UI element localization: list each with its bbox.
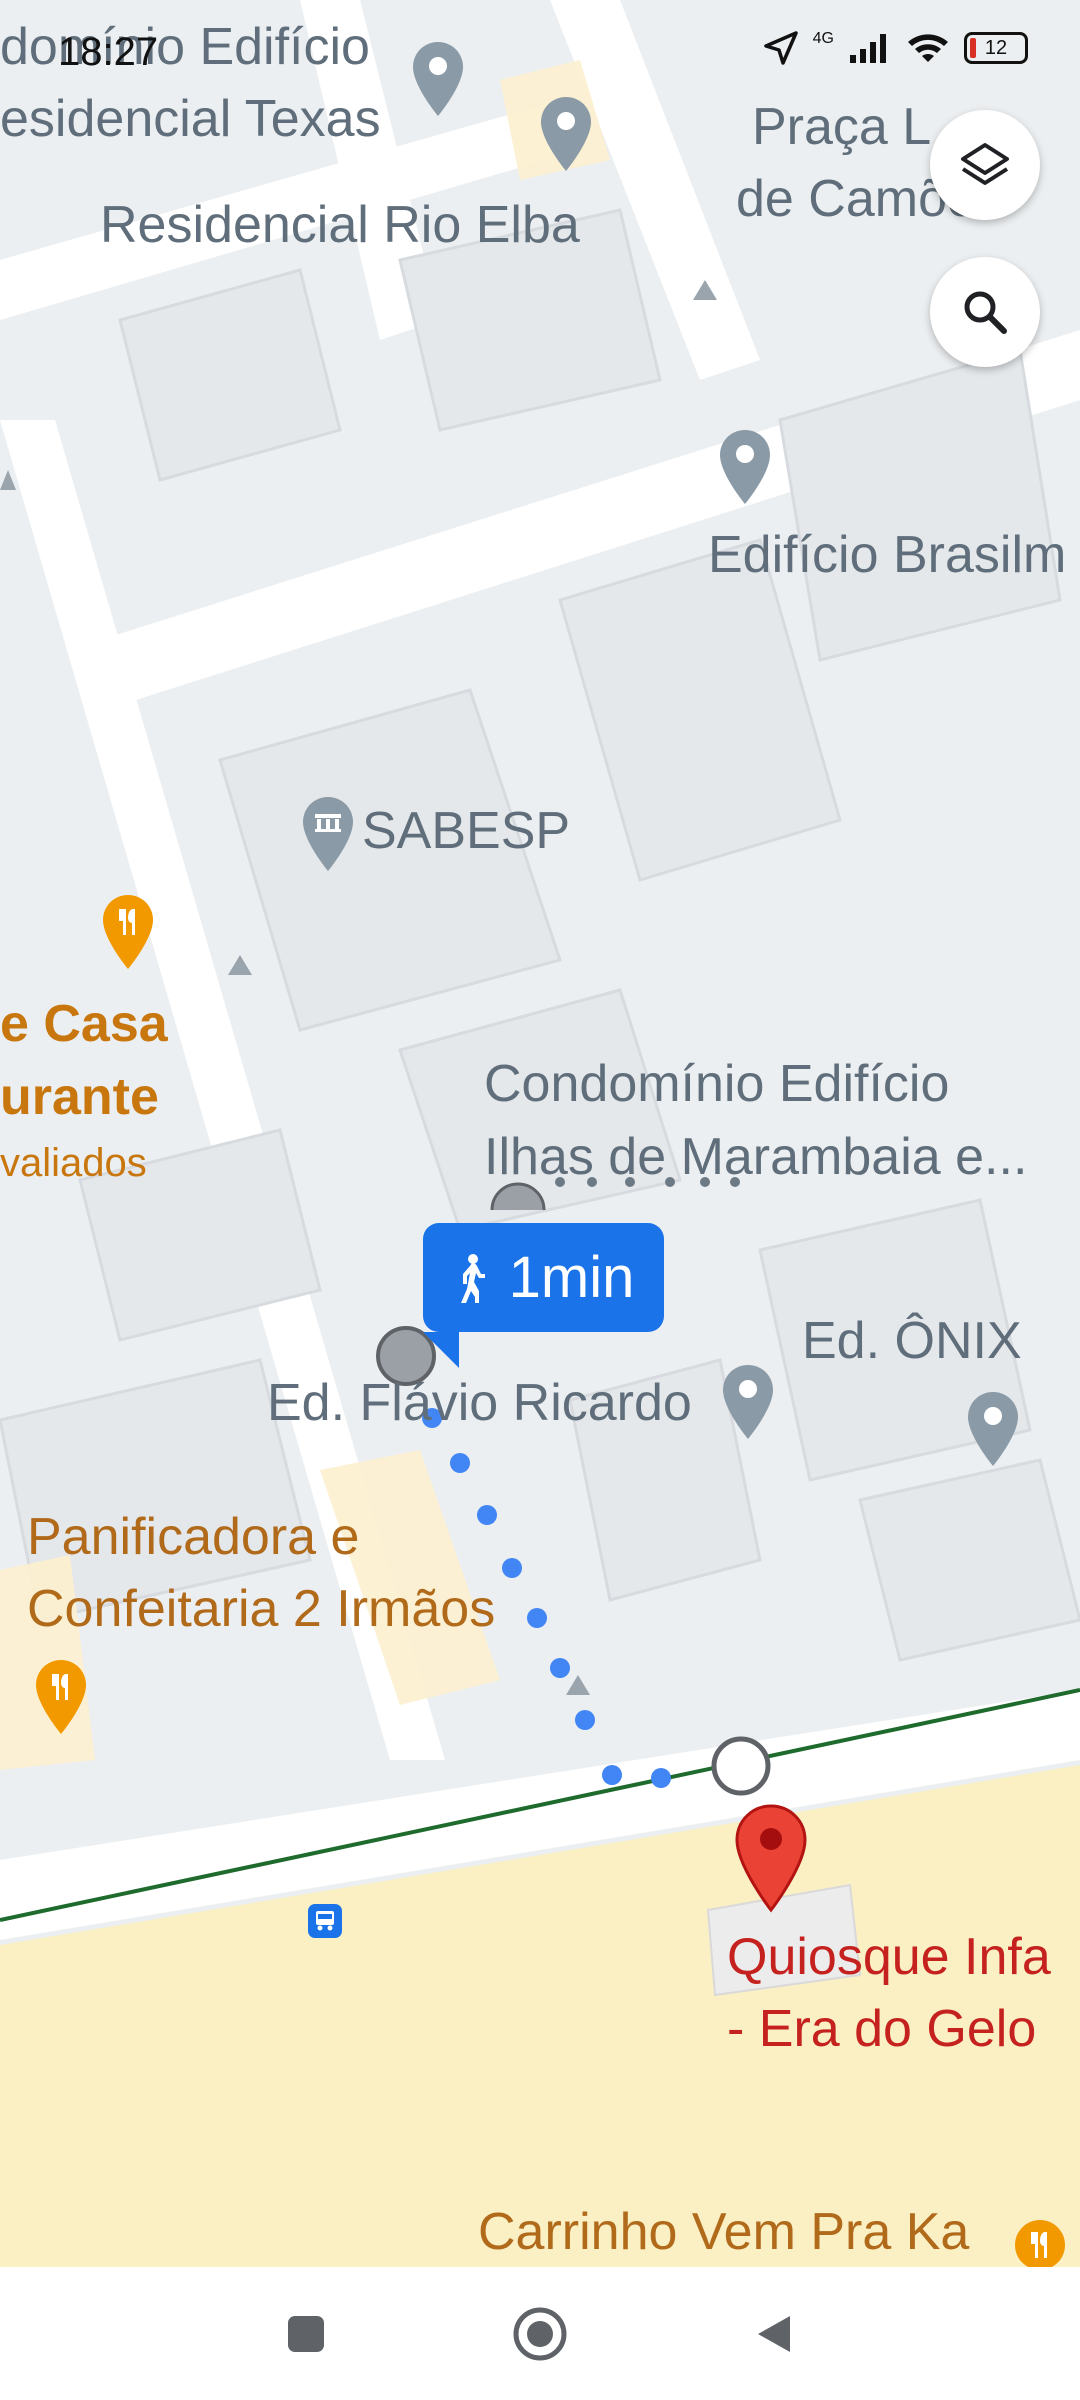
wifi-icon: [908, 34, 948, 62]
battery-level: 12: [984, 36, 1008, 59]
map-label[interactable]: Panificadora e: [27, 1508, 359, 1568]
signal-icon: [850, 34, 886, 63]
poi-pin-icon[interactable]: [720, 1363, 776, 1443]
recent-apps-button[interactable]: [269, 2297, 343, 2371]
location-arrow-icon: [763, 31, 798, 65]
walking-time-label: 1min: [508, 1245, 635, 1310]
walk-icon: [460, 1253, 485, 1303]
destination-pin-icon[interactable]: [733, 1803, 809, 1913]
walking-time-chip[interactable]: 1min: [423, 1223, 664, 1332]
restaurant-pin-icon[interactable]: [100, 893, 156, 973]
home-button[interactable]: [503, 2297, 577, 2371]
bus-stop-icon[interactable]: [307, 1903, 343, 1939]
poi-pin-icon[interactable]: [717, 428, 773, 508]
map-label[interactable]: Residencial Rio Elba: [100, 196, 580, 256]
map-label[interactable]: Ed. Flávio Ricardo: [267, 1374, 692, 1434]
map-label[interactable]: urante: [0, 1068, 159, 1128]
map-label[interactable]: SABESP: [362, 802, 570, 862]
home-circle-icon: [513, 2307, 567, 2361]
route-end-marker: [711, 1736, 771, 1796]
layers-button[interactable]: [930, 110, 1040, 220]
back-triangle-icon: [758, 2316, 790, 2352]
map-label[interactable]: Carrinho Vem Pra Ka: [478, 2203, 969, 2263]
status-bar: 18:27 4G 12: [0, 0, 1080, 110]
status-icons: 4G 12: [763, 30, 1028, 66]
status-time: 18:27: [58, 30, 159, 74]
search-button[interactable]: [930, 257, 1040, 367]
map-label[interactable]: Quiosque Infa: [727, 1928, 1051, 1988]
map-view[interactable]: 1min domínio Edifício esidencial Texas R…: [0, 0, 1080, 2267]
square-icon: [288, 2316, 324, 2352]
map-label[interactable]: Edifício Brasilm: [708, 526, 1066, 586]
government-pin-icon[interactable]: [300, 795, 356, 875]
map-label[interactable]: Ed. ÔNIX: [802, 1312, 1022, 1372]
restaurant-pin-icon[interactable]: [1012, 2218, 1068, 2267]
map-label[interactable]: e Casa: [0, 995, 168, 1055]
map-label[interactable]: - Era do Gelo: [727, 2000, 1036, 2060]
search-icon: [964, 291, 1007, 334]
map-label: valiados: [0, 1141, 147, 1185]
battery-icon: 12: [964, 32, 1028, 64]
layers-icon: [961, 143, 1009, 185]
system-nav-bar: [0, 2267, 1080, 2400]
map-label[interactable]: Condomínio Edifício: [484, 1055, 949, 1115]
back-button[interactable]: [737, 2297, 811, 2371]
network-type: 4G: [812, 30, 834, 47]
map-label[interactable]: Confeitaria 2 Irmãos: [27, 1580, 495, 1640]
map-label[interactable]: Ilhas de Marambaia e...: [484, 1128, 1027, 1188]
restaurant-pin-icon[interactable]: [33, 1658, 89, 1738]
poi-pin-icon[interactable]: [965, 1390, 1021, 1470]
